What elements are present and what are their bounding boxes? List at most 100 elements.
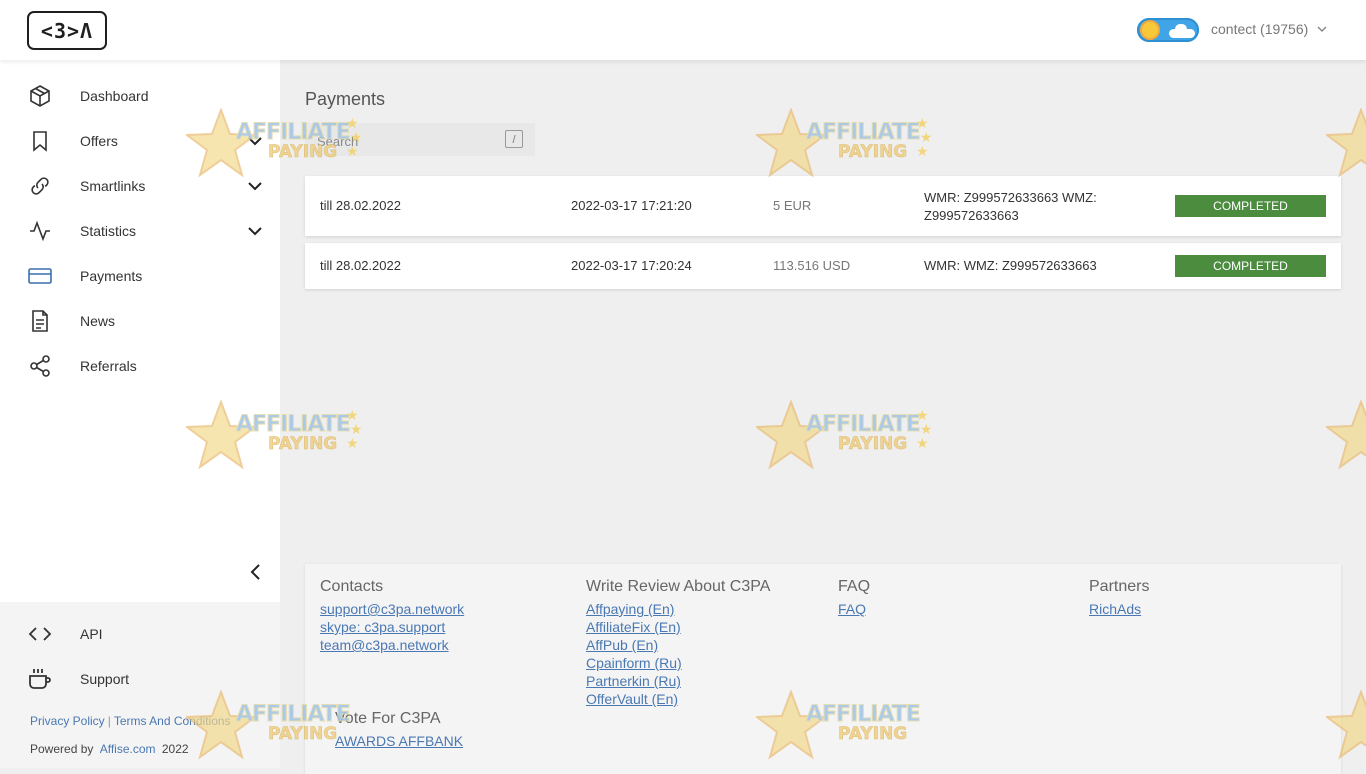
coffee-cup-icon: [29, 669, 51, 689]
sidebar-item-label: Dashboard: [80, 88, 149, 104]
star-icon: [756, 108, 826, 178]
sidebar-item-dashboard[interactable]: Dashboard: [0, 76, 280, 116]
sidebar-item-statistics[interactable]: Statistics: [0, 211, 280, 251]
richads-link[interactable]: RichAds: [1089, 600, 1149, 618]
sidebar-item-label: Support: [80, 671, 130, 687]
watermark-line1: AFFILIATE: [806, 412, 922, 438]
powered-by-text: Powered by: [30, 742, 94, 756]
chevron-down-icon[interactable]: [246, 177, 264, 195]
sidebar-footer: API Support Privacy Policy | Terms And Con…: [0, 602, 280, 768]
small-stars-icon: ★ ★ ★: [916, 407, 933, 451]
watermark: [1326, 108, 1366, 178]
bookmark-icon: [33, 131, 47, 152]
sidebar-item-api[interactable]: API: [0, 614, 280, 654]
payment-period: till 28.02.2022: [320, 198, 401, 213]
sidebar: Dashboard Offers Smartlinks Statistics P…: [0, 60, 280, 768]
small-stars-icon: ★ ★ ★: [346, 407, 363, 451]
sidebar-item-label: Statistics: [80, 223, 137, 239]
cube-icon: [30, 85, 50, 107]
payment-datetime: 2022-03-17 17:21:20: [571, 198, 692, 213]
activity-icon: [30, 220, 50, 242]
powered-by: Powered by Affise.com 2022: [30, 742, 189, 756]
payment-row: till 28.02.2022 2022-03-17 17:20:24 113.…: [305, 243, 1341, 289]
watermark-line1: AFFILIATE: [806, 120, 922, 146]
contacts-column: Contacts support@c3pa.network skype: c3p…: [320, 578, 464, 654]
top-header: <3>Λ contect (19756): [0, 0, 1366, 60]
share-icon: [30, 355, 50, 377]
review-link[interactable]: AffPub (En): [586, 636, 770, 654]
vote-column: Vote For C3PA AWARDS AFFBANK: [335, 710, 463, 750]
watermark-line2: PAYING: [838, 142, 908, 163]
sidebar-item-payments[interactable]: Payments: [0, 256, 280, 296]
account-menu[interactable]: contect (19756): [1211, 21, 1328, 37]
faq-link[interactable]: FAQ: [838, 600, 870, 618]
privacy-policy-link[interactable]: Privacy Policy: [30, 714, 105, 728]
terms-link[interactable]: Terms And Conditions: [114, 714, 231, 728]
contacts-heading: Contacts: [320, 578, 384, 595]
copyright-year: 2022: [161, 742, 189, 756]
sidebar-item-label: Smartlinks: [80, 178, 146, 194]
code-icon: [28, 627, 52, 641]
c3pa-logo[interactable]: <3>Λ: [27, 11, 107, 50]
faq-heading: FAQ: [838, 578, 871, 595]
sidebar-item-label: Offers: [80, 133, 118, 149]
account-label: contect (19756): [1211, 21, 1309, 37]
cloud-icon: [1169, 29, 1195, 38]
status-badge: COMPLETED: [1175, 255, 1326, 277]
sidebar-item-support[interactable]: Support: [0, 659, 280, 699]
chevron-down-icon[interactable]: [246, 222, 264, 240]
partners-heading: Partners: [1089, 578, 1150, 595]
payment-amount: 5 EUR: [773, 198, 812, 213]
chevron-down-icon[interactable]: [246, 132, 264, 150]
page-title: Payments: [305, 89, 386, 109]
page-footer: Contacts support@c3pa.network skype: c3p…: [305, 564, 1341, 774]
document-icon: [32, 310, 48, 332]
partners-column: Partners RichAds: [1089, 578, 1149, 618]
watermark: AFFILIATE PAYING ★ ★ ★: [756, 400, 956, 470]
watermark: [1326, 400, 1366, 470]
sun-icon: [1142, 22, 1158, 38]
payment-period: till 28.02.2022: [320, 258, 401, 273]
faq-column: FAQ FAQ: [838, 578, 870, 618]
review-link[interactable]: Partnerkin (Ru): [586, 672, 770, 690]
star-icon: [756, 400, 826, 470]
credit-card-icon: [28, 268, 52, 284]
review-link[interactable]: Affpaying (En): [586, 600, 770, 618]
legal-links: Privacy Policy | Terms And Conditions: [30, 714, 231, 728]
payment-wallet: WMR: Z999572633663 WMZ: Z999572633663: [924, 190, 1097, 223]
review-link[interactable]: Cpainform (Ru): [586, 654, 770, 672]
review-link[interactable]: AffiliateFix (En): [586, 618, 770, 636]
support-email-link[interactable]: support@c3pa.network: [320, 600, 464, 618]
reviews-heading: Write Review About C3PA: [586, 578, 771, 595]
payment-row: till 28.02.2022 2022-03-17 17:21:20 5 EU…: [305, 176, 1341, 236]
search-input[interactable]: [315, 130, 499, 152]
sidebar-item-label: News: [80, 313, 116, 329]
separator: |: [107, 714, 111, 728]
sidebar-item-smartlinks[interactable]: Smartlinks: [0, 166, 280, 206]
chevron-left-icon[interactable]: [247, 562, 265, 582]
star-icon: [1326, 108, 1366, 178]
sidebar-item-news[interactable]: News: [0, 301, 280, 341]
affise-link[interactable]: Affise.com: [100, 742, 156, 756]
reviews-column: Write Review About C3PA Affpaying (En) A…: [586, 578, 770, 708]
sidebar-item-label: Referrals: [80, 358, 137, 374]
search-shortcut-hint: /: [505, 130, 523, 148]
chevron-down-icon: [1317, 26, 1327, 33]
status-badge: COMPLETED: [1175, 195, 1326, 217]
sidebar-item-label: API: [80, 626, 103, 642]
payment-amount: 113.516 USD: [773, 258, 851, 273]
watermark: AFFILIATE PAYING ★ ★ ★: [756, 108, 956, 178]
vote-heading: Vote For C3PA: [335, 710, 441, 727]
skype-link[interactable]: skype: c3pa.support: [320, 618, 464, 636]
review-link[interactable]: OfferVault (En): [586, 690, 770, 708]
theme-toggle[interactable]: [1137, 18, 1199, 42]
awards-affbank-link[interactable]: AWARDS AFFBANK: [335, 732, 463, 750]
payment-wallet: WMR: WMZ: Z999572633663: [924, 258, 1097, 273]
sidebar-item-offers[interactable]: Offers: [0, 121, 280, 161]
link-icon: [31, 177, 49, 195]
team-email-link[interactable]: team@c3pa.network: [320, 636, 464, 654]
sidebar-item-referrals[interactable]: Referrals: [0, 346, 280, 386]
payment-datetime: 2022-03-17 17:20:24: [571, 258, 692, 273]
small-stars-icon: ★ ★ ★: [916, 115, 933, 159]
search-box: /: [305, 123, 535, 156]
